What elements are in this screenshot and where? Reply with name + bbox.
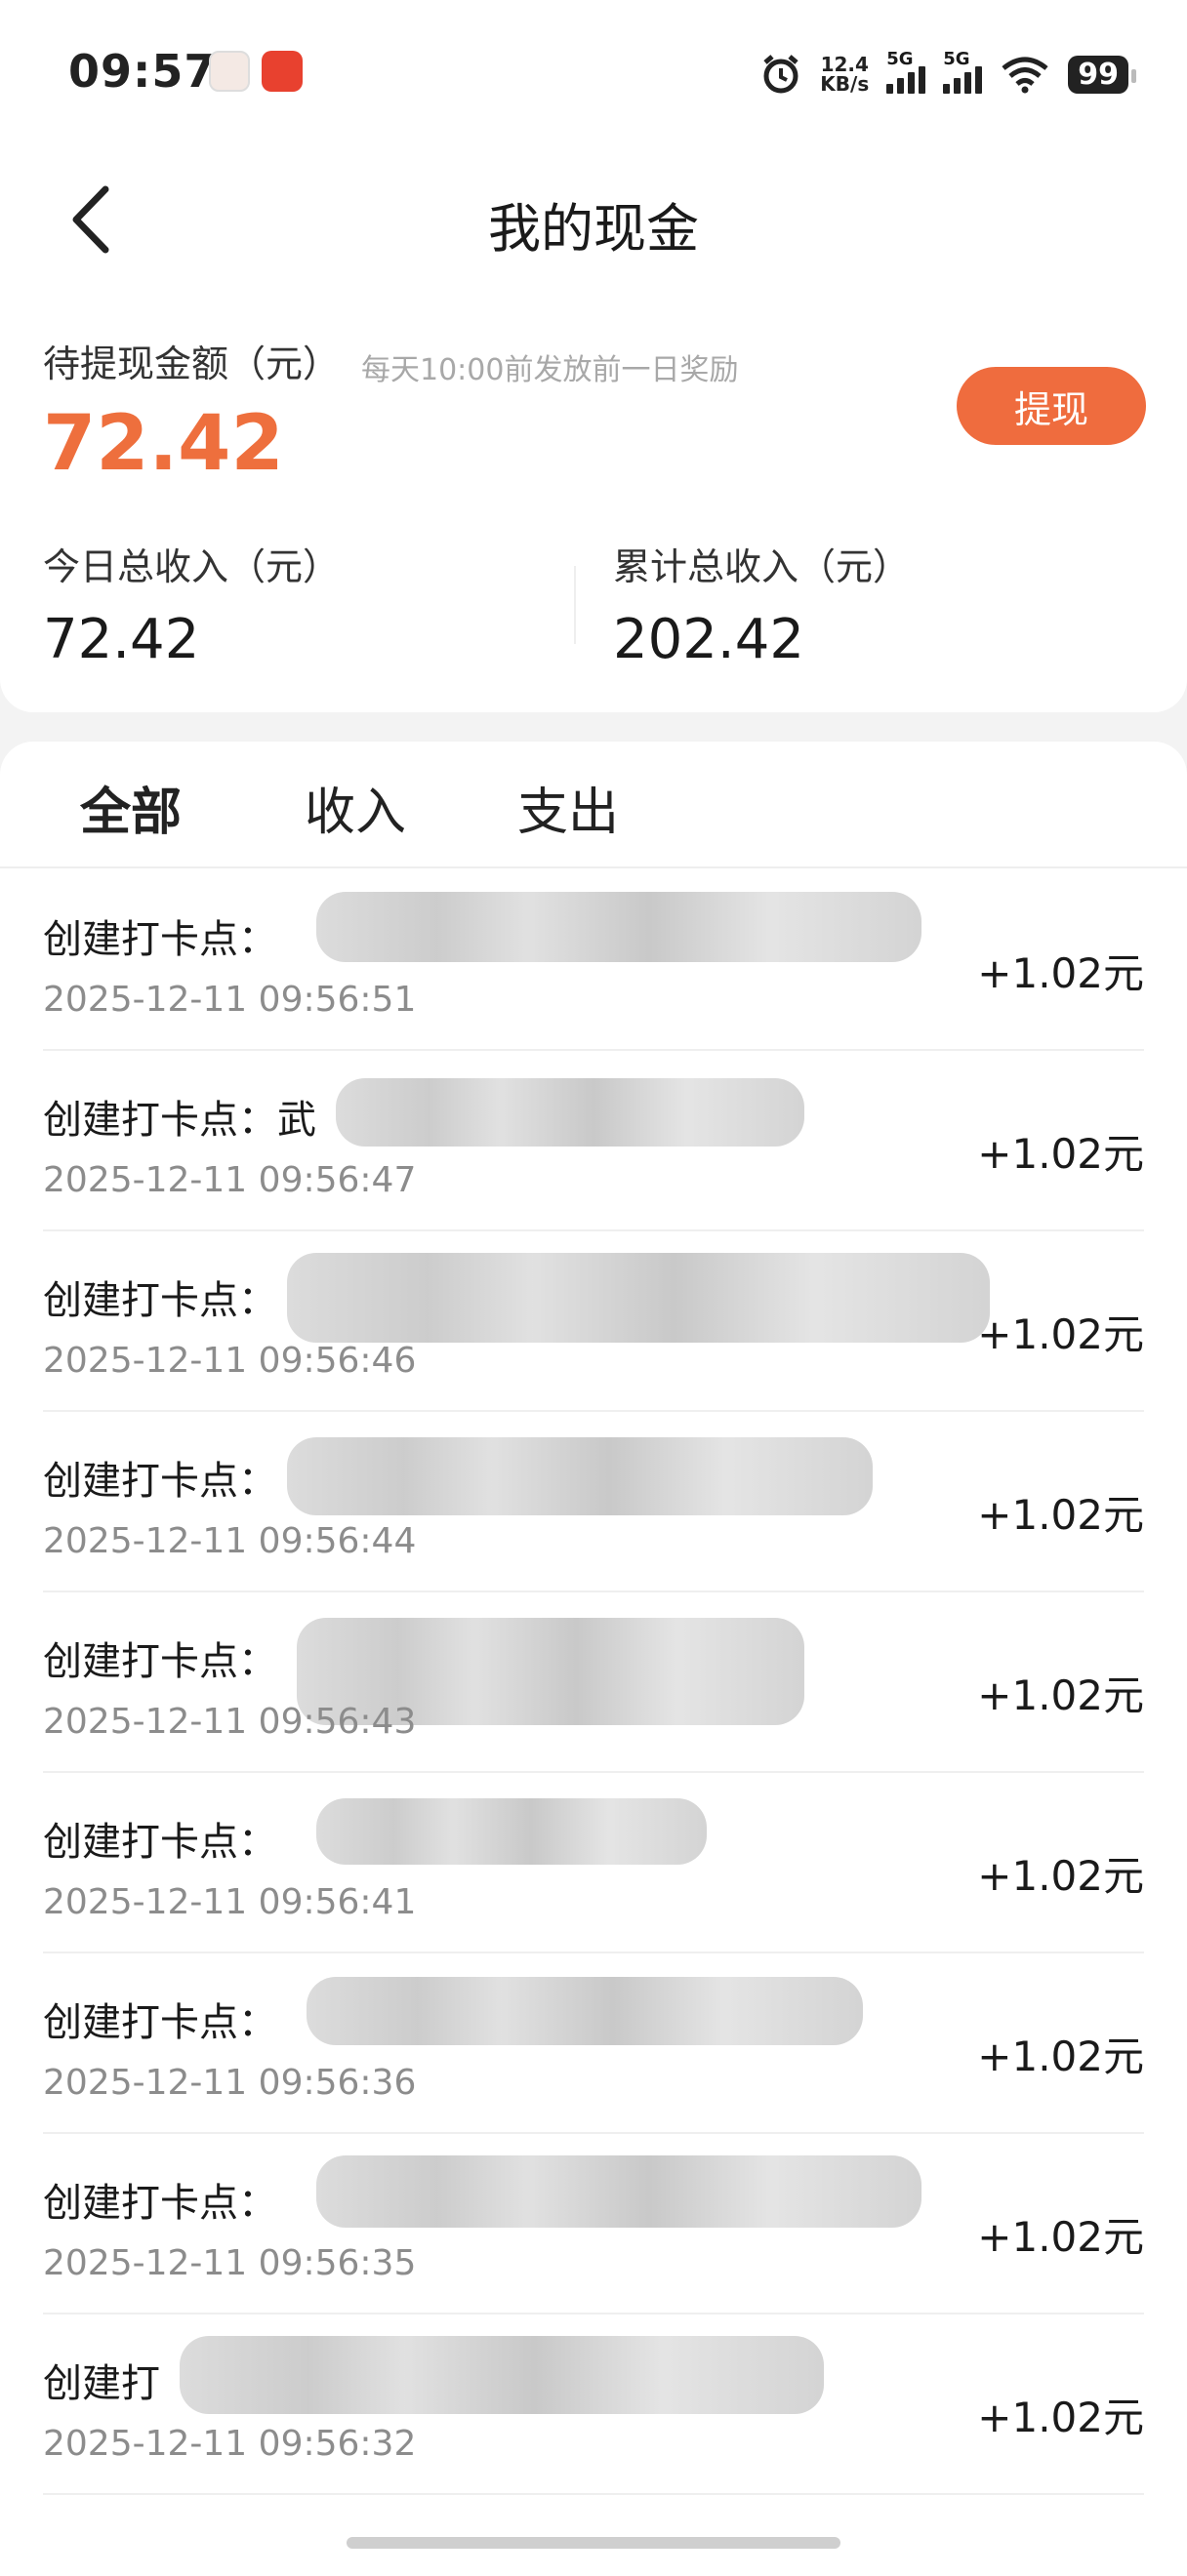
avatar-app-icon	[209, 51, 250, 92]
today-income-stat: 今日总收入（元） 72.42	[43, 537, 340, 671]
list-item[interactable]: 创建打卡点： 2025-12-11 09:56:46 +1.02元	[43, 1231, 1144, 1412]
transaction-time: 2025-12-11 09:56:35	[43, 2243, 417, 2283]
transaction-panel: 全部 收入 支出 创建打卡点： 2025-12-11 09:56:51 +1.0…	[0, 742, 1187, 2576]
transaction-time: 2025-12-11 09:56:51	[43, 980, 417, 1020]
transaction-amount: +1.02元	[977, 1671, 1144, 1719]
signal-sim1-icon: 5G	[886, 49, 926, 94]
redacted-text	[287, 1253, 990, 1343]
transaction-title: 创建打卡点：	[43, 917, 277, 962]
pending-amount-value: 72.42	[43, 400, 284, 488]
list-item[interactable]: 创建打卡点： 2025-12-11 09:56:51 +1.02元	[43, 870, 1144, 1051]
transaction-title: 创建打	[43, 2361, 160, 2406]
redacted-text	[316, 2155, 921, 2228]
list-item[interactable]: 创建打卡点： 2025-12-11 09:56:36 +1.02元	[43, 1953, 1144, 2134]
list-item[interactable]: 创建打卡点： 2025-12-11 09:56:44 +1.02元	[43, 1412, 1144, 1592]
redacted-text	[336, 1078, 804, 1147]
pending-amount-note: 每天10:00前发放前一日奖励	[361, 353, 739, 387]
transaction-title: 创建打卡点：	[43, 1820, 277, 1865]
transaction-time: 2025-12-11 09:56:46	[43, 1341, 417, 1381]
status-bar: 09:57 12.4 KB/s 5G 5G 99	[0, 0, 1187, 146]
list-item[interactable]: 创建打 2025-12-11 09:56:32 +1.02元	[43, 2314, 1144, 2495]
total-income-stat: 累计总收入（元） 202.42	[613, 537, 910, 671]
camera-app-icon	[262, 51, 303, 92]
today-income-label: 今日总收入（元）	[43, 545, 341, 588]
transaction-time: 2025-12-11 09:56:47	[43, 1160, 417, 1200]
transaction-time: 2025-12-11 09:56:32	[43, 2424, 417, 2464]
home-indicator[interactable]	[347, 2537, 840, 2549]
transaction-amount: +1.02元	[977, 1491, 1144, 1539]
tab-expense[interactable]: 支出	[517, 771, 619, 844]
signal-sim2-icon: 5G	[943, 49, 983, 94]
tab-income[interactable]: 收入	[305, 771, 406, 844]
battery-indicator: 99	[1068, 55, 1136, 94]
wifi-icon	[1002, 57, 1048, 94]
transaction-amount: +1.02元	[977, 2394, 1144, 2441]
tab-all[interactable]: 全部	[80, 771, 183, 844]
total-income-label: 累计总收入（元）	[613, 545, 911, 588]
balance-summary-card: 待提现金额（元） 每天10:00前发放前一日奖励 72.42 提现 今日总收入（…	[0, 293, 1187, 712]
transaction-amount: +1.02元	[977, 2213, 1144, 2261]
transaction-title: 创建打卡点：	[43, 1459, 277, 1504]
page-title: 我的现金	[488, 198, 699, 260]
transaction-time: 2025-12-11 09:56:43	[43, 1702, 417, 1742]
redacted-text	[316, 1798, 707, 1865]
list-item[interactable]: 创建打卡点： 2025-12-11 09:56:41 +1.02元	[43, 1773, 1144, 1953]
transaction-list: 创建打卡点： 2025-12-11 09:56:51 +1.02元 创建打卡点：…	[43, 870, 1144, 2495]
net-speed: 12.4 KB/s	[820, 53, 870, 96]
total-income-value: 202.42	[613, 608, 804, 671]
today-income-value: 72.42	[43, 608, 200, 671]
redacted-text	[307, 1977, 863, 2045]
stat-divider	[574, 566, 576, 644]
transaction-amount: +1.02元	[977, 1852, 1144, 1900]
status-time: 09:57	[68, 45, 217, 98]
list-item[interactable]: 创建打卡点： 2025-12-11 09:56:35 +1.02元	[43, 2134, 1144, 2314]
transaction-title: 创建打卡点：武	[43, 1098, 316, 1143]
transaction-time: 2025-12-11 09:56:41	[43, 1882, 417, 1922]
status-icons: 12.4 KB/s 5G 5G 99	[759, 49, 1136, 100]
transaction-time: 2025-12-11 09:56:44	[43, 1521, 417, 1561]
transaction-amount: +1.02元	[977, 1310, 1144, 1358]
transaction-time: 2025-12-11 09:56:36	[43, 2063, 417, 2103]
transaction-amount: +1.02元	[977, 1130, 1144, 1178]
transaction-title: 创建打卡点：	[43, 1639, 277, 1684]
alarm-icon	[763, 55, 798, 94]
page-header: 我的现金	[0, 146, 1187, 293]
transaction-title: 创建打卡点：	[43, 2181, 277, 2226]
list-item[interactable]: 创建打卡点： 2025-12-11 09:56:43 +1.02元	[43, 1592, 1144, 1773]
withdraw-button[interactable]: 提现	[957, 367, 1146, 445]
redacted-text	[180, 2336, 824, 2414]
pending-amount-label: 待提现金额（元）	[43, 342, 341, 385]
redacted-text	[316, 892, 921, 962]
transaction-title: 创建打卡点：	[43, 1278, 277, 1323]
redacted-text	[287, 1437, 873, 1515]
transaction-amount: +1.02元	[977, 949, 1144, 997]
list-item[interactable]: 创建打卡点：武 2025-12-11 09:56:47 +1.02元	[43, 1051, 1144, 1231]
transaction-title: 创建打卡点：	[43, 2000, 277, 2045]
transaction-amount: +1.02元	[977, 2033, 1144, 2080]
filter-tabs: 全部 收入 支出	[0, 742, 1187, 868]
